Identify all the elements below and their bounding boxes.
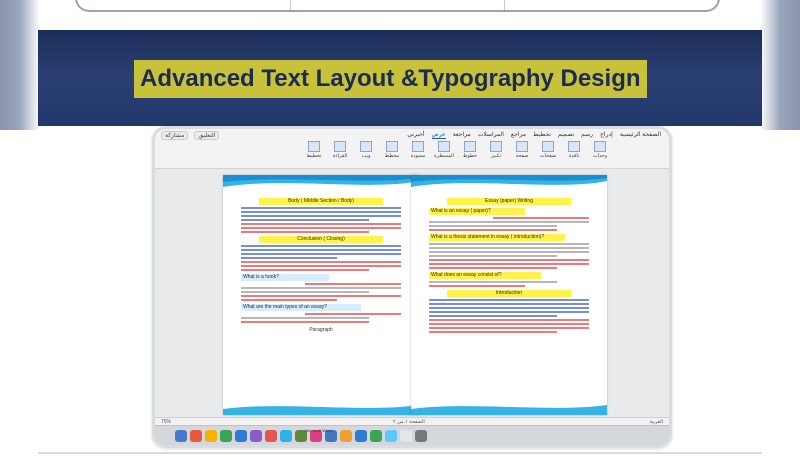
tab-design[interactable]: تصميم [558,131,574,139]
dock-app-icon[interactable] [265,429,277,442]
dock-app-icon[interactable] [370,429,382,442]
tab-references[interactable]: مراجع [511,131,526,139]
share-button[interactable]: مشاركة [161,131,189,140]
macos-dock: Microsoft Word [155,425,669,445]
wave-decoration-bottom [223,405,419,415]
page: Advanced Text Layout &Typography Design … [0,0,800,460]
dock-app-icon[interactable] [190,429,202,442]
document-area[interactable]: Body ( Middle Section / Body) Conclusion… [155,169,669,417]
tool-zoom[interactable]: تكبير [487,141,505,163]
right-heading-introduction: Introduction [447,290,571,297]
tool-one-page[interactable]: صفحة [513,141,531,163]
tool-macros[interactable]: وحدات [591,141,609,163]
print-layout-icon [308,141,320,152]
tab-insert[interactable]: إدراج [600,131,613,139]
left-question-hook: What is a hook? [241,274,329,281]
dock-app-icon[interactable] [340,429,352,442]
dock-app-icon[interactable] [250,429,262,442]
tab-review[interactable]: مراجعة [453,131,471,139]
tool-read-mode[interactable]: القراءة [331,141,349,163]
ribbon-tools: تخطيط القراءة ويب مخطط مسودة المسطرة خطو… [305,141,609,163]
top-strip [0,0,800,28]
word-screenshot-frame: مشاركة التعليق الصفحة الرئيسية إدراج رسم… [152,126,672,448]
tool-print-layout[interactable]: تخطيط [305,141,323,163]
dock-app-icon[interactable] [280,429,292,442]
wave-decoration-bottom-right [411,405,607,415]
slide-title: Advanced Text Layout &Typography Design [134,60,647,98]
multi-page-icon [542,141,554,152]
right-shadow [760,0,800,130]
previous-slide-bubble-row [75,0,720,12]
right-heading-essay: Essay (paper) Writing [447,198,571,205]
document-page-right[interactable]: Essay (paper) Writing What is an essay (… [411,175,607,415]
status-bar: 75% الصفحة ١ من ٢ العربية [155,417,669,425]
web-layout-icon [360,141,372,152]
zoom-icon [490,141,502,152]
dock-app-icon[interactable] [415,429,427,442]
right-question-thesis: What is a thesis statement in essay ( in… [429,234,565,241]
outline-icon [386,141,398,152]
document-page-left[interactable]: Body ( Middle Section / Body) Conclusion… [223,175,419,415]
bottom-divider [38,452,762,454]
one-page-icon [516,141,528,152]
read-mode-icon [334,141,346,152]
word-ribbon: مشاركة التعليق الصفحة الرئيسية إدراج رسم… [155,129,669,169]
tab-tell-me[interactable]: أخبرني [407,131,424,139]
tool-web-layout[interactable]: ويب [357,141,375,163]
dock-caption: Microsoft Word [305,428,332,433]
tab-layout[interactable]: تخطيط [533,131,551,139]
wave-decoration-top [223,175,419,187]
left-shadow [0,0,40,130]
dock-app-icon[interactable] [355,429,367,442]
tool-outline[interactable]: مخطط [383,141,401,163]
gridlines-icon [464,141,476,152]
macros-icon [594,141,606,152]
right-question-consist: What does an essay consist of? [429,272,541,279]
ribbon-tabs: الصفحة الرئيسية إدراج رسم تصميم تخطيط مر… [407,131,661,139]
new-window-icon [568,141,580,152]
left-question-types: What are the main types of an essay? [241,304,361,311]
tab-home[interactable]: الصفحة الرئيسية [620,131,661,139]
right-page-content: Essay (paper) Writing What is an essay (… [429,195,589,335]
left-page-label: Paragraph [309,327,333,333]
tab-draw[interactable]: رسم [581,131,593,139]
draft-icon [412,141,424,152]
ruler-icon [438,141,450,152]
tool-draft[interactable]: مسودة [409,141,427,163]
tab-view[interactable]: عرض [431,131,446,139]
tool-multi-page[interactable]: صفحات [539,141,557,163]
ribbon-left-actions: مشاركة التعليق [161,131,220,140]
dock-app-icon[interactable] [385,429,397,442]
right-question-essay: What is an essay ( paper)? [429,208,525,215]
dock-app-icon[interactable] [175,429,187,442]
dock-app-icon[interactable] [220,429,232,442]
left-heading-body: Body ( Middle Section / Body) [259,198,383,205]
dock-app-icon[interactable] [235,429,247,442]
dock-app-icon[interactable] [400,429,412,442]
tool-gridlines[interactable]: خطوط [461,141,479,163]
left-page-content: Body ( Middle Section / Body) Conclusion… [241,195,401,333]
wave-decoration-top-right [411,175,607,187]
tab-mailings[interactable]: المراسلات [478,131,504,139]
dock-app-icon[interactable] [205,429,217,442]
tool-new-window[interactable]: نافذة [565,141,583,163]
comment-button[interactable]: التعليق [194,131,220,140]
tool-ruler[interactable]: المسطرة [434,141,454,163]
left-heading-conclusion: Conclusion ( Closing) [259,236,383,243]
